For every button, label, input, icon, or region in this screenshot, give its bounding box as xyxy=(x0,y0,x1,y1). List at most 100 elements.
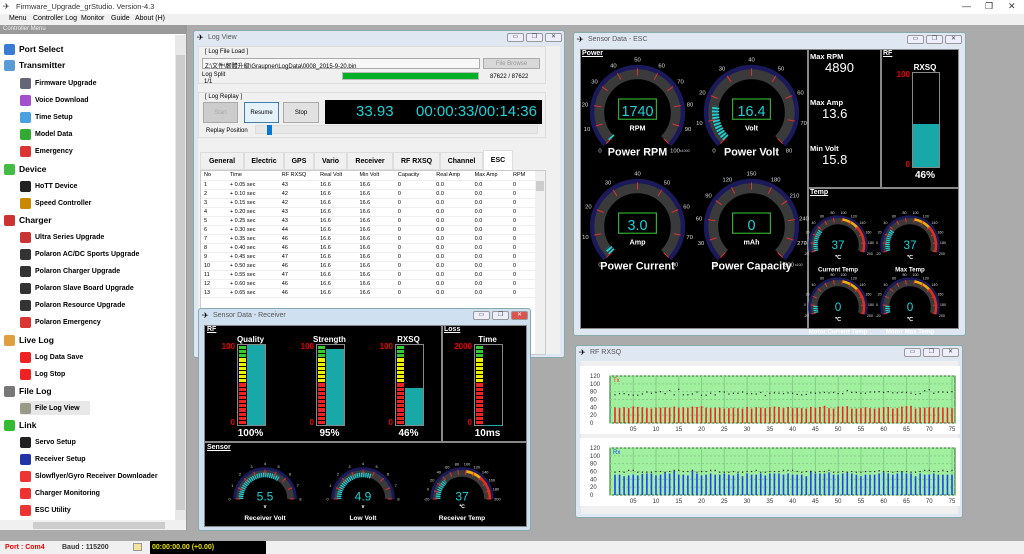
column-header[interactable]: Max Amp xyxy=(471,171,510,181)
table-row[interactable]: 8 + 0.40 sec 46 16.6 16.6 0 0.0 0.0 0 xyxy=(201,243,536,253)
table-row[interactable]: 9 + 0.45 sec 47 16.6 16.6 0 0.0 0.0 0 xyxy=(201,252,536,262)
table-cell: 16.6 xyxy=(317,270,357,280)
sidebar-item-link[interactable]: Link xyxy=(4,418,36,432)
tab-electric[interactable]: Electric xyxy=(244,152,284,170)
minimize-button[interactable]: ▭ xyxy=(473,311,490,320)
sidebar-item-voice-download[interactable]: Voice Download xyxy=(20,93,89,107)
sidebar-item-esc-utility[interactable]: ESC Utility xyxy=(20,503,71,517)
menu-about[interactable]: About (H) xyxy=(135,15,165,22)
y-tick-label: 120 xyxy=(590,374,601,380)
menu-guide[interactable]: Guide xyxy=(111,15,130,22)
gauge-tick-label: 150 xyxy=(746,171,757,177)
close-button[interactable]: ✕ xyxy=(945,35,962,44)
sidebar-item-charger[interactable]: Charger xyxy=(4,213,52,227)
stop-button[interactable]: Stop xyxy=(283,102,319,123)
close-button[interactable]: ✕ xyxy=(545,33,562,42)
sidebar-item-polaron-ac-dc-sports-upgrade[interactable]: Polaron AC/DC Sports Upgrade xyxy=(20,247,139,261)
sidebar-item-hott-device[interactable]: HoTT Device xyxy=(20,179,77,193)
sidebar-item-port-select[interactable]: Port Select xyxy=(4,42,63,56)
menu-controller-log[interactable]: Controller Log xyxy=(33,15,77,22)
restore-button[interactable]: ❐ xyxy=(926,35,943,44)
column-header[interactable]: RPM xyxy=(509,171,536,181)
gauge-label: Motor Current Temp xyxy=(809,329,868,336)
sidebar-item-model-data[interactable]: Model Data xyxy=(20,127,72,141)
close-button[interactable]: ✕ xyxy=(1008,1,1016,12)
sidebar-item-transmitter[interactable]: Transmitter xyxy=(4,58,65,72)
table-row[interactable]: 7 + 0.35 sec 46 16.6 16.6 0 0.0 0.0 0 xyxy=(201,234,536,244)
sidebar-item-live-log[interactable]: Live Log xyxy=(4,333,54,347)
sidebar-item-polaron-charger-upgrade[interactable]: Polaron Charger Upgrade xyxy=(20,264,120,278)
column-header[interactable]: Time xyxy=(226,171,279,181)
marker-point xyxy=(860,471,862,473)
sidebar-item-log-stop[interactable]: Log Stop xyxy=(20,367,65,381)
tab-gps[interactable]: GPS xyxy=(284,152,314,170)
start-button[interactable]: Start xyxy=(203,102,238,123)
table-row[interactable]: 6 + 0.30 sec 44 16.6 16.6 0 0.0 0.0 0 xyxy=(201,225,536,235)
restore-button[interactable]: ❐ xyxy=(923,348,940,357)
column-header[interactable]: No xyxy=(201,171,227,181)
table-row[interactable]: 10 + 0.50 sec 46 16.6 16.6 0 0.0 0.0 0 xyxy=(201,261,536,271)
tab-rf-rxsq[interactable]: RF RXSQ xyxy=(393,152,440,170)
menu-menu[interactable]: Menu xyxy=(9,15,27,22)
column-header[interactable]: Real Amp xyxy=(433,171,472,181)
column-header[interactable]: Capacity xyxy=(394,171,434,181)
tab-esc[interactable]: ESC xyxy=(483,150,513,170)
marker-point xyxy=(810,470,812,473)
sidebar-item-charger-monitoring[interactable]: Charger Monitoring xyxy=(20,486,100,500)
sidebar-item-speed-controller[interactable]: Speed Controller xyxy=(20,196,91,210)
sidebar-item-ultra-series-upgrade[interactable]: Ultra Series Upgrade xyxy=(20,230,104,244)
minimize-button[interactable]: ▭ xyxy=(907,35,924,44)
table-row[interactable]: 12 + 0.60 sec 46 16.6 16.6 0 0.0 0.0 0 xyxy=(201,279,536,289)
sidebar-item-firmware-upgrade[interactable]: Firmware Upgrade xyxy=(20,76,96,90)
scrollbar-thumb[interactable] xyxy=(176,55,185,510)
close-button[interactable]: ✕ xyxy=(942,348,959,357)
table-row[interactable]: 13 + 0.65 sec 46 16.6 16.6 0 0.0 0.0 0 xyxy=(201,288,536,298)
table-cell: 16.6 xyxy=(356,216,395,226)
sidebar-item-device[interactable]: Device xyxy=(4,162,46,176)
sidebar-item-file-log-view[interactable]: File Log View xyxy=(20,401,90,415)
slider-thumb[interactable] xyxy=(267,125,273,135)
sidebar-item-polaron-slave-board-upgrade[interactable]: Polaron Slave Board Upgrade xyxy=(20,281,134,295)
sidebar-item-polaron-resource-upgrade[interactable]: Polaron Resource Upgrade xyxy=(20,298,125,312)
resume-button[interactable]: Resume xyxy=(244,102,279,123)
minimize-button[interactable]: ▭ xyxy=(507,33,524,42)
sidebar-item-slowflyer-gyro-receiver-downloader[interactable]: Slowflyer/Gyro Receiver Downloader xyxy=(20,469,158,483)
restore-button[interactable]: ❐ xyxy=(985,1,993,12)
restore-button[interactable]: ❐ xyxy=(526,33,543,42)
table-scrollbar[interactable] xyxy=(535,171,545,354)
sidebar-item-receiver-setup[interactable]: Receiver Setup xyxy=(20,452,86,466)
replay-position-slider[interactable] xyxy=(255,125,538,135)
restore-button[interactable]: ❐ xyxy=(492,311,509,320)
table-row[interactable]: 2 + 0.10 sec 42 16.6 16.6 0 0.0 0.0 0 xyxy=(201,189,536,199)
file-path-input[interactable]: Z:\文件\韌體升級\Graupner\LogData\0008_2015-9-… xyxy=(202,58,480,70)
meter-bar xyxy=(316,344,345,426)
sidebar-item-file-log[interactable]: File Log xyxy=(4,384,52,398)
table-cell: + 0.35 sec xyxy=(226,234,279,244)
minimize-button[interactable]: — xyxy=(962,1,971,11)
table-row[interactable]: 11 + 0.55 sec 47 16.6 16.6 0 0.0 0.0 0 xyxy=(201,270,536,280)
horizontal-scrollbar-thumb[interactable] xyxy=(33,522,165,529)
sidebar-item-polaron-emergency[interactable]: Polaron Emergency xyxy=(20,315,101,329)
table-row[interactable]: 4 + 0.20 sec 43 16.6 16.6 0 0.0 0.0 0 xyxy=(201,207,536,217)
sidebar-item-log-data-save[interactable]: Log Data Save xyxy=(20,350,83,364)
table-row[interactable]: 1 + 0.05 sec 43 16.6 16.6 0 0.0 0.0 0 xyxy=(201,180,536,190)
sidebar-item-emergency[interactable]: Emergency xyxy=(20,144,73,158)
table-row[interactable]: 5 + 0.25 sec 43 16.6 16.6 0 0.0 0.0 0 xyxy=(201,216,536,226)
menu-monitor[interactable]: Monitor xyxy=(81,15,104,22)
sidebar-item-time-setup[interactable]: Time Setup xyxy=(20,110,73,124)
sidebar-item-servo-setup[interactable]: Servo Setup xyxy=(20,435,76,449)
close-button[interactable]: ✕ xyxy=(511,311,528,320)
tab-receiver[interactable]: Receiver xyxy=(347,152,393,170)
column-header[interactable]: Real Volt xyxy=(317,171,357,181)
gauge-tick-label: 20 xyxy=(806,292,810,296)
minimize-button[interactable]: ▭ xyxy=(904,348,921,357)
tab-general[interactable]: General xyxy=(200,152,244,170)
column-header[interactable]: RF RXSQ xyxy=(278,171,318,181)
gauge-tick-label: 120 xyxy=(722,177,733,183)
tab-channel[interactable]: Channel xyxy=(440,152,483,170)
file-browse-button[interactable]: File Browse xyxy=(483,58,540,69)
marker-point xyxy=(937,470,939,473)
column-header[interactable]: Min Volt xyxy=(356,171,395,181)
table-row[interactable]: 3 + 0.15 sec 42 16.6 16.6 0 0.0 0.0 0 xyxy=(201,198,536,208)
tab-vario[interactable]: Vario xyxy=(314,152,347,170)
